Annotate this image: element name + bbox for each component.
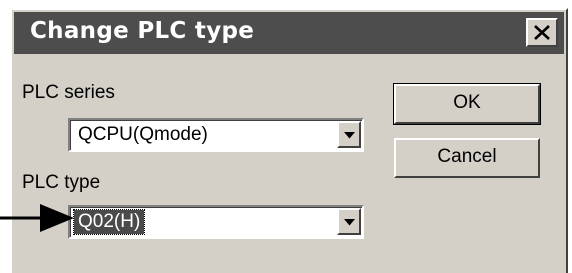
plc-type-value: Q02(H)	[72, 209, 146, 235]
plc-series-label: PLC series	[22, 82, 115, 103]
dialog-title: Change PLC type	[30, 18, 255, 44]
title-bar: Change PLC type	[14, 12, 564, 54]
plc-series-select[interactable]: QCPU(Qmode)	[68, 118, 364, 152]
plc-series-dropdown-button[interactable]	[337, 121, 361, 148]
chevron-down-icon	[344, 132, 355, 139]
close-icon	[534, 25, 550, 40]
plc-type-label: PLC type	[22, 172, 101, 193]
chevron-down-icon	[344, 219, 355, 226]
plc-type-dropdown-button[interactable]	[337, 208, 361, 235]
arrow-right-icon	[0, 204, 74, 232]
screenshot-frame: Change PLC type PLC series QCPU(Qmode) P…	[0, 0, 572, 273]
cancel-button[interactable]: Cancel	[394, 138, 540, 178]
plc-type-select[interactable]: Q02(H)	[68, 205, 364, 239]
plc-series-value: QCPU(Qmode)	[78, 124, 208, 145]
ok-button[interactable]: OK	[393, 83, 541, 125]
change-plc-type-dialog: Change PLC type PLC series QCPU(Qmode) P…	[10, 8, 568, 273]
close-button[interactable]	[526, 18, 558, 47]
